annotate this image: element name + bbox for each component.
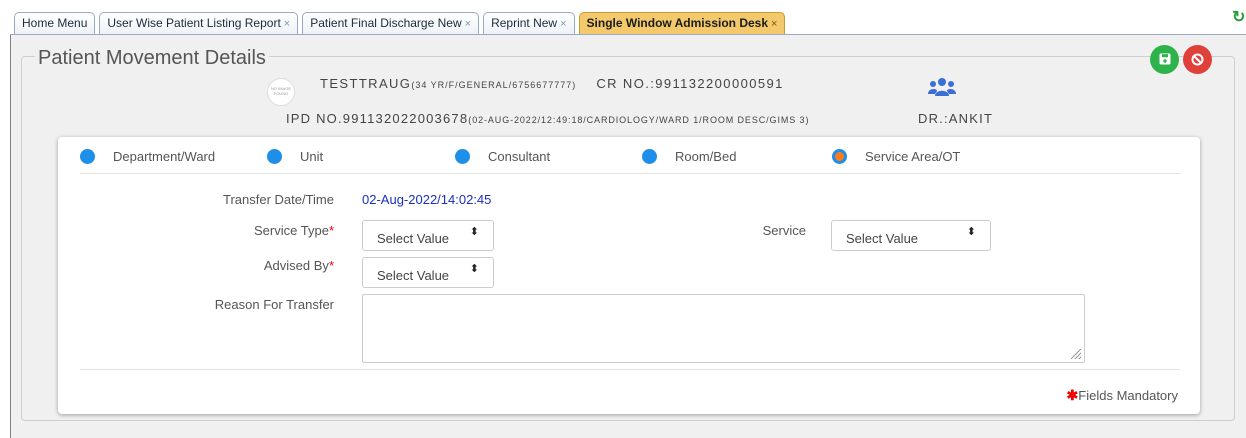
asterisk-icon: ✱	[1066, 387, 1079, 403]
radio-consultant[interactable]: Consultant	[455, 149, 550, 164]
mandatory-text: Fields Mandatory	[1078, 388, 1178, 403]
reason-textarea[interactable]	[362, 294, 1085, 363]
patient-summary-line: TESTTRAUG(34 YR/F/GENERAL/6756677777) CR…	[320, 76, 784, 91]
tab-close-icon[interactable]: ×	[284, 18, 290, 30]
service-select[interactable]: Select Value ⬍	[831, 220, 991, 251]
tab-label: Home Menu	[22, 16, 88, 30]
divider	[80, 369, 1180, 370]
ipd-details: (02-AUG-2022/12:49:18/CARDIOLOGY/WARD 1/…	[468, 115, 810, 125]
radio-dot-selected[interactable]	[832, 149, 847, 164]
chevron-updown-icon: ⬍	[469, 226, 479, 238]
transfer-date-value: 02-Aug-2022/14:02:45	[362, 192, 492, 207]
tab-label: Patient Final Discharge New	[310, 16, 462, 30]
resize-grip-icon[interactable]	[1071, 349, 1081, 359]
patient-name: TESTTRAUG	[320, 76, 412, 91]
tab-single-window-admission-desk[interactable]: Single Window Admission Desk ×	[578, 12, 786, 34]
divider	[80, 173, 1180, 174]
radio-dot[interactable]	[80, 149, 95, 164]
ipd-number: 991132022003678	[342, 111, 469, 126]
cr-number: 991132200000591	[655, 76, 784, 91]
service-type-select[interactable]: Select Value ⬍	[362, 220, 494, 251]
tab-label: User Wise Patient Listing Report	[107, 16, 281, 30]
tab-home-menu[interactable]: Home Menu	[14, 12, 96, 34]
radio-dot[interactable]	[267, 149, 282, 164]
doctor-name: DR.:ANKIT	[918, 111, 994, 126]
save-button[interactable]	[1150, 45, 1179, 74]
service-label: Service	[762, 223, 806, 238]
radio-label: Department/Ward	[113, 149, 216, 164]
advised-by-label-text: Advised By	[263, 258, 329, 273]
cancel-button[interactable]	[1183, 45, 1212, 74]
tab-patient-final-discharge-new[interactable]: Patient Final Discharge New ×	[302, 12, 480, 34]
advised-by-label: Advised By*	[178, 258, 334, 273]
tab-label: Reprint New	[491, 16, 558, 30]
advised-by-value: Select Value	[377, 268, 450, 283]
radio-service-area-ot[interactable]: Service Area/OT	[832, 149, 960, 164]
movement-form-card: Department/Ward Unit Consultant Room/Bed…	[58, 137, 1200, 414]
patient-details: (34 YR/F/GENERAL/6756677777)	[411, 80, 577, 90]
service-type-label: Service Type*	[178, 223, 334, 238]
refresh-icon[interactable]: ↻	[1232, 10, 1246, 26]
radio-room-bed[interactable]: Room/Bed	[642, 149, 736, 164]
users-icon[interactable]	[928, 77, 956, 97]
patient-photo-placeholder: NO IMAGE FOUND	[267, 78, 295, 106]
cr-label: CR NO.:	[596, 76, 656, 91]
movement-type-radio-group: Department/Ward Unit Consultant Room/Bed…	[80, 149, 1180, 171]
save-icon	[1159, 53, 1170, 65]
radio-label: Room/Bed	[675, 149, 737, 164]
tab-close-icon[interactable]: ×	[465, 18, 471, 30]
service-value: Select Value	[846, 231, 919, 246]
chevron-updown-icon: ⬍	[469, 263, 479, 275]
radio-label: Consultant	[488, 149, 551, 164]
tab-close-icon[interactable]: ×	[771, 18, 777, 30]
service-type-label-text: Service Type	[254, 223, 329, 238]
service-type-value: Select Value	[377, 231, 450, 246]
tab-close-icon[interactable]: ×	[560, 18, 566, 30]
cancel-icon	[1191, 53, 1204, 66]
mandatory-note: ✱Fields Mandatory	[1067, 387, 1178, 404]
radio-dot[interactable]	[455, 149, 470, 164]
tab-user-wise-patient-listing-report[interactable]: User Wise Patient Listing Report ×	[99, 12, 299, 34]
radio-label: Service Area/OT	[865, 149, 961, 164]
transfer-date-label: Transfer Date/Time	[222, 192, 334, 207]
ipd-summary-line: IPD NO.991132022003678(02-AUG-2022/12:49…	[286, 111, 809, 126]
tab-label: Single Window Admission Desk	[586, 16, 769, 30]
radio-dot[interactable]	[642, 149, 657, 164]
radio-department-ward[interactable]: Department/Ward	[80, 149, 215, 164]
required-mark: *	[328, 223, 334, 238]
tab-list: Home Menu User Wise Patient Listing Repo…	[14, 12, 789, 35]
chevron-updown-icon: ⬍	[966, 226, 976, 238]
ipd-label: IPD NO.	[286, 111, 343, 126]
page-title: Patient Movement Details	[35, 46, 269, 70]
tab-bar: Home Menu User Wise Patient Listing Repo…	[10, 12, 1246, 35]
no-image-text: NO IMAGE FOUND	[270, 86, 291, 96]
radio-label: Unit	[300, 149, 324, 164]
reason-label: Reason For Transfer	[214, 297, 334, 312]
tab-reprint-new[interactable]: Reprint New ×	[483, 12, 575, 34]
required-mark: *	[328, 258, 334, 273]
radio-unit[interactable]: Unit	[267, 149, 323, 164]
advised-by-select[interactable]: Select Value ⬍	[362, 257, 494, 288]
